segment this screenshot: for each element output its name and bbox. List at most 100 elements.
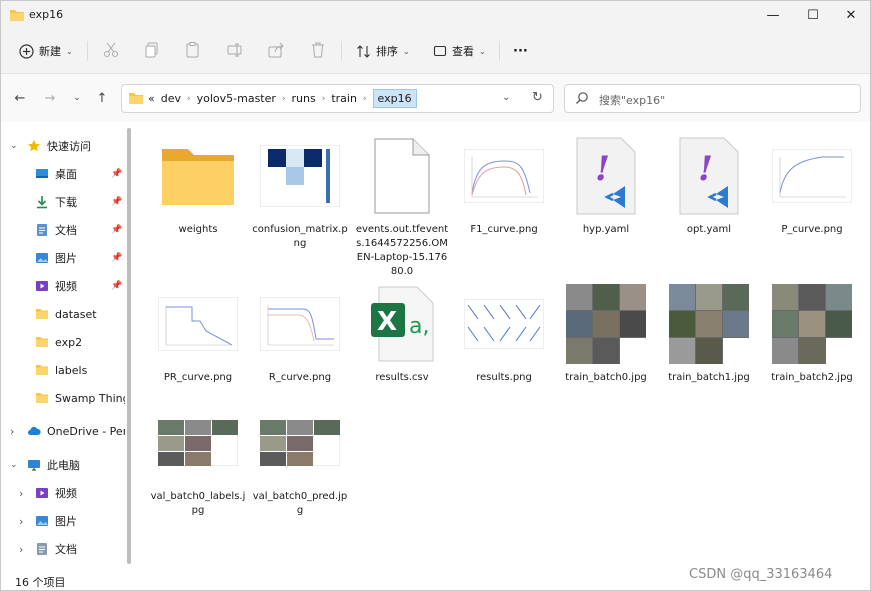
sidebar-item-labels[interactable]: labels [1,358,125,382]
up-arrow-icon[interactable]: ↑ [93,89,111,107]
search-box[interactable]: 搜索"exp16" [564,84,861,113]
breadcrumb: « dev › yolov5-master › runs › train › e… [148,85,417,112]
sidebar-item-downloads[interactable]: 下载 📌 [1,190,125,214]
pr-curve-thumbnail [158,297,238,351]
sidebar-item-label: exp2 [55,335,83,349]
chevron-right-icon[interactable]: › [282,94,286,104]
delete-icon[interactable] [309,41,327,59]
forward-arrow-icon[interactable]: → [41,89,59,107]
maximize-button[interactable]: ☐ [793,1,833,29]
breadcrumb-overflow[interactable]: « [148,92,155,105]
folder-icon [10,10,24,21]
share-icon[interactable] [267,41,285,59]
new-button-label: 新建 [39,45,61,58]
sidebar-item-quick-access[interactable]: ⌄ 快速访问 [1,134,125,158]
chevron-right-icon[interactable]: › [322,94,326,104]
chevron-down-icon[interactable]: ⌄ [10,141,18,151]
file-name: results.png [476,372,532,383]
results-thumbnail [464,299,544,349]
item-count: 16 个项目 [15,576,66,589]
document-icon [37,224,47,236]
title-bar: exp16 — ☐ ✕ [1,1,870,29]
p-curve-thumbnail [772,149,852,203]
sidebar-item-label: 图片 [55,515,77,528]
svg-text:a,: a, [409,314,429,339]
file-name: val_batch0_labels.jpg [150,491,246,516]
rename-icon[interactable] [226,41,244,59]
file-name: train_batch0.jpg [565,372,647,383]
chevron-down-icon[interactable]: ⌄ [10,460,18,470]
svg-text:X: X [377,307,397,337]
breadcrumb-item-yolov5-master[interactable]: yolov5-master [197,92,276,105]
refresh-icon[interactable]: ↻ [532,90,543,105]
breadcrumb-item-exp16[interactable]: exp16 [372,89,417,108]
sidebar-item-label: 此电脑 [47,459,80,472]
paste-icon[interactable] [184,41,202,59]
file-name: train_batch2.jpg [771,372,853,383]
sidebar-item-videos[interactable]: 视频 📌 [1,274,125,298]
excel-file-icon: Xa, [371,286,434,362]
file-name: confusion_matrix.png [252,224,348,249]
sidebar-item-onedrive[interactable]: › OneDrive - Pers [1,419,125,443]
new-button[interactable]: 新建 ⌄ [19,39,73,63]
chevron-right-icon[interactable]: › [19,515,23,528]
sidebar-item-pc-videos[interactable]: › 视频 [1,481,125,505]
file-name: weights [178,224,218,235]
chevron-right-icon[interactable]: › [187,94,191,104]
back-arrow-icon[interactable]: ← [11,89,29,107]
sort-icon [357,44,370,58]
chevron-down-icon: ⌄ [479,46,486,56]
navigation-pane-scrollbar[interactable] [125,122,133,570]
pictures-icon [36,516,48,526]
scrollbar-thumb[interactable] [127,128,131,564]
address-bar[interactable]: « dev › yolov5-master › runs › train › e… [121,84,554,113]
chevron-right-icon[interactable]: › [363,94,367,104]
chevron-right-icon[interactable]: › [10,425,14,438]
copy-icon[interactable] [143,41,161,59]
address-history-chevron-icon[interactable]: ⌄ [502,92,510,103]
file-name: P_curve.png [781,224,843,235]
more-options-button[interactable]: ··· [513,39,528,63]
folder-icon [36,393,48,403]
cut-icon[interactable] [102,41,120,59]
file-name: PR_curve.png [163,372,233,383]
pin-icon: 📌 [111,225,123,235]
sidebar-item-label: 桌面 [55,168,77,181]
breadcrumb-item-dev[interactable]: dev [161,92,181,105]
toolbar-divider [87,41,88,61]
close-button[interactable]: ✕ [831,1,871,29]
file-name: events.out.tfevents.1644572256.OMEN-Lapt… [355,224,449,277]
sidebar-item-swamp-thing[interactable]: Swamp Thing [1,386,125,410]
recent-locations-chevron-icon[interactable]: ⌄ [68,89,86,107]
sidebar-item-desktop[interactable]: 桌面 📌 [1,162,125,186]
cloud-icon [28,426,41,435]
val-batch-thumbnail [158,420,238,466]
sidebar-item-label: Swamp Thing [55,391,125,405]
view-button[interactable]: 查看 ⌄ [433,39,486,63]
sidebar-item-label: OneDrive - Pers [47,424,125,438]
computer-icon [28,460,40,471]
breadcrumb-item-runs[interactable]: runs [292,92,316,105]
view-icon [433,45,447,57]
chevron-right-icon[interactable]: › [19,543,23,556]
file-name: hyp.yaml [582,224,630,235]
pin-icon: 📌 [111,197,123,207]
sidebar-item-exp2[interactable]: exp2 [1,330,125,354]
sidebar-item-label: 文档 [55,224,77,237]
sidebar-item-pc-pictures[interactable]: › 图片 [1,509,125,533]
minimize-button[interactable]: — [753,1,793,29]
sort-button[interactable]: 排序 ⌄ [356,39,410,63]
sidebar-item-this-pc[interactable]: ⌄ 此电脑 [1,453,125,477]
pictures-icon [36,253,48,263]
breadcrumb-item-train[interactable]: train [331,92,357,105]
file-name: train_batch1.jpg [668,372,750,383]
chevron-right-icon[interactable]: › [19,487,23,500]
view-button-label: 查看 [452,45,474,58]
sidebar-item-pc-documents[interactable]: › 文档 [1,537,125,561]
sidebar-item-pictures[interactable]: 图片 📌 [1,246,125,270]
sidebar-item-documents[interactable]: 文档 📌 [1,218,125,242]
videos-icon [36,488,48,498]
sidebar-item-dataset[interactable]: dataset [1,302,125,326]
document-icon [37,543,47,555]
toolbar-divider [341,41,342,61]
